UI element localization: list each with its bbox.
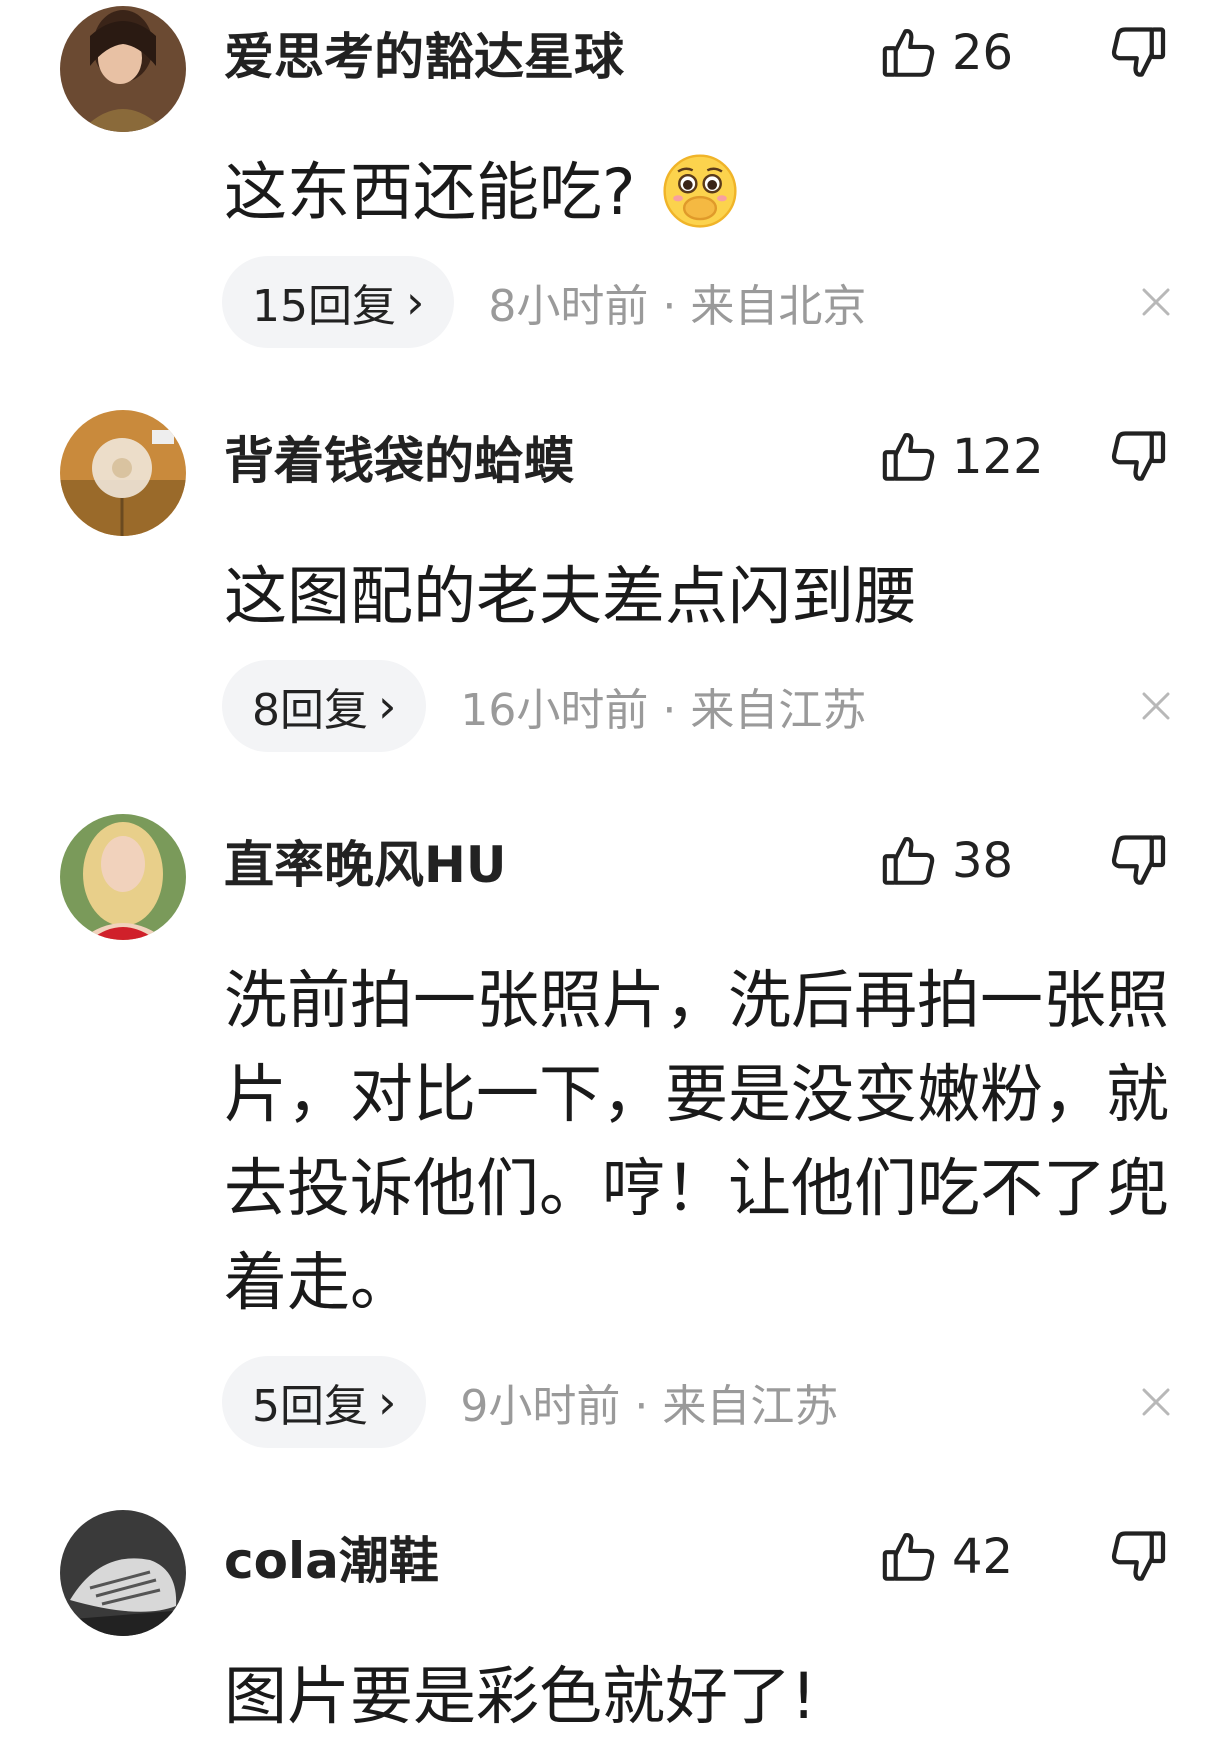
chevron-right-icon: › (378, 679, 397, 733)
username[interactable]: cola潮鞋 (224, 1536, 439, 1586)
avatar[interactable] (60, 1510, 186, 1636)
like-count: 122 (952, 429, 1044, 485)
thumbs-down-icon (1108, 830, 1168, 890)
comment-content: 洗前拍一张照片，洗后再拍一张照片，对比一下，要是没变嫩粉，就去投诉他们。哼！让他… (224, 964, 1169, 1319)
username[interactable]: 爱思考的豁达星球 (224, 32, 624, 82)
comment-content: 这东西还能吃? (224, 146, 1184, 240)
replies-button[interactable]: 5回复 › (222, 1356, 427, 1448)
dislike-button[interactable] (1108, 1526, 1168, 1586)
pleading-face-emoji-icon (661, 152, 739, 230)
chevron-right-icon: › (378, 1375, 397, 1429)
replies-label: 5回复 (252, 1381, 368, 1432)
like-button[interactable]: 122 (880, 428, 1044, 486)
replies-button[interactable]: 15回复 › (222, 256, 455, 348)
timestamp-location: 8小时前 · 来自北京 (488, 281, 867, 332)
avatar[interactable] (60, 410, 186, 536)
avatar[interactable] (60, 814, 186, 940)
replies-label: 15回复 (252, 281, 396, 332)
timestamp-location: 16小时前 · 来自江苏 (460, 685, 867, 736)
replies-label: 8回复 (252, 685, 368, 736)
thumbs-down-icon (1108, 426, 1168, 486)
like-button[interactable]: 42 (880, 1528, 1013, 1586)
like-button[interactable]: 38 (880, 832, 1013, 890)
comment-meta: 8回复 › 16小时前 · 来自江苏 (222, 660, 866, 752)
close-icon[interactable] (1138, 284, 1174, 320)
thumbs-down-icon (1108, 1526, 1168, 1586)
username[interactable]: 背着钱袋的蛤蟆 (224, 436, 574, 486)
close-icon[interactable] (1138, 1384, 1174, 1420)
dislike-button[interactable] (1108, 830, 1168, 890)
comment-meta: 15回复 › 8小时前 · 来自北京 (222, 256, 866, 348)
comment-content: 图片要是彩色就好了! (224, 1660, 817, 1733)
username[interactable]: 直率晚风HU (224, 840, 506, 890)
like-count: 42 (952, 1529, 1014, 1585)
dislike-button[interactable] (1108, 426, 1168, 486)
like-count: 38 (952, 833, 1014, 889)
chevron-right-icon: › (406, 275, 425, 329)
thumbs-up-icon (880, 832, 938, 890)
thumbs-up-icon (880, 24, 938, 82)
like-button[interactable]: 26 (880, 24, 1013, 82)
timestamp-location: 9小时前 · 来自江苏 (460, 1381, 839, 1432)
thumbs-up-icon (880, 1528, 938, 1586)
dislike-button[interactable] (1108, 22, 1168, 82)
thumbs-down-icon (1108, 22, 1168, 82)
replies-button[interactable]: 8回复 › (222, 660, 427, 752)
avatar[interactable] (60, 6, 186, 132)
close-icon[interactable] (1138, 688, 1174, 724)
like-count: 26 (952, 25, 1014, 81)
comment-text: 这东西还能吃? (224, 156, 636, 229)
thumbs-up-icon (880, 428, 938, 486)
comment-content: 这图配的老夫差点闪到腰 (224, 560, 917, 633)
comment-meta: 5回复 › 9小时前 · 来自江苏 (222, 1356, 838, 1448)
